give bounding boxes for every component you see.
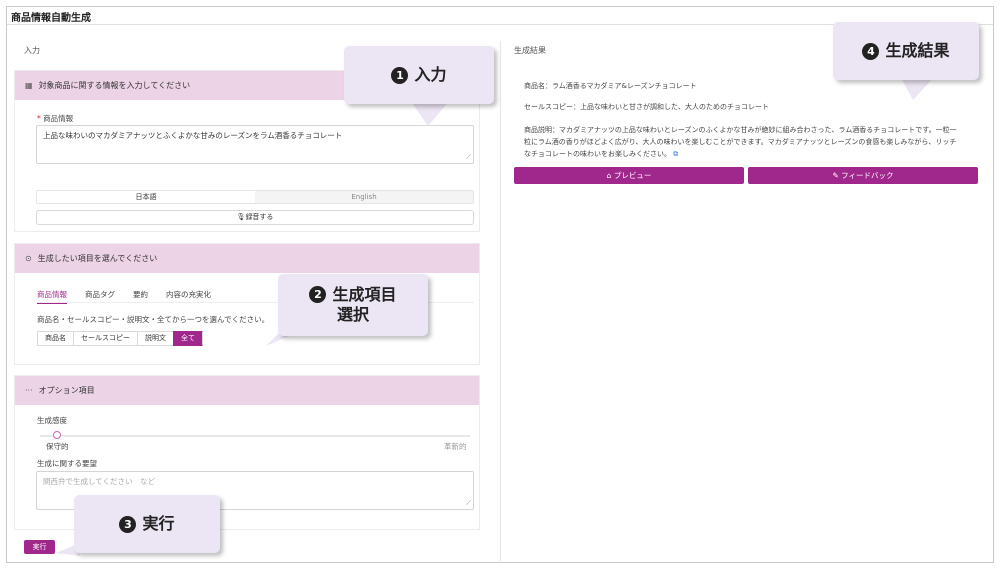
options-panel-title: オプション項目	[38, 386, 95, 395]
preview-button-label: プレビュー	[613, 171, 652, 180]
callout-number: 4	[862, 42, 880, 60]
record-button-label: 録音する	[245, 213, 274, 221]
input-column-label: 入力	[24, 46, 40, 55]
product-info-label-text: 商品情報	[43, 114, 74, 123]
callout-number: 1	[391, 66, 409, 84]
item-instruction: 商品名・セールスコピー・説明文・全てから一つを選んでください。	[37, 315, 270, 324]
language-en[interactable]: English	[255, 191, 473, 203]
item-options: 商品名 セールスコピー 説明文 全て	[37, 331, 203, 346]
resize-handle-icon[interactable]: ⟋	[466, 153, 471, 162]
language-toggle: 日本語 English	[36, 190, 474, 204]
result-sales-copy: セールスコピー：上品な味わいと甘さが調和した、大人のためのチョコレート	[524, 103, 769, 111]
result-product-name: 商品名：ラム酒香るマカダミア&レーズンチョコレート	[524, 82, 697, 90]
result-description: 商品説明：マカダミアナッツの上品な味わいとレーズンのふくよかな甘みが絶妙に組み合…	[524, 124, 974, 160]
input-panel-title: 対象商品に関する情報を入力してください	[38, 81, 191, 90]
items-panel-header: ⊙ 生成したい項目を選んでください	[15, 244, 479, 273]
preview-button[interactable]: ⌂ プレビュー	[514, 167, 744, 184]
callout-run: 3 実行	[74, 495, 220, 553]
slider-min-label: 保守的	[46, 442, 69, 451]
more-horizontal-icon: ···	[25, 386, 33, 395]
result-description-line: なチョコレートの味わいをお楽しみください。 ⧉	[524, 150, 679, 158]
option-sales-copy[interactable]: セールスコピー	[73, 331, 137, 346]
callout-number: 3	[119, 515, 137, 533]
creativity-label: 生成感度	[37, 416, 67, 425]
product-info-field[interactable]: 上品な味わいのマカダミアナッツとふくよかな甘みのレーズンをラム酒香るチョコレート…	[36, 125, 474, 164]
callout-number: 2	[309, 286, 327, 303]
list-icon: ▦	[25, 81, 33, 90]
creativity-slider[interactable]	[40, 435, 470, 437]
feedback-button-label: フィードバック	[841, 171, 894, 180]
language-ja[interactable]: 日本語	[37, 191, 255, 203]
callout-result: 4 生成結果	[833, 22, 979, 80]
options-panel-header: ··· オプション項目	[15, 376, 479, 405]
request-label: 生成に関する要望	[37, 459, 97, 468]
callout-select-items: 2 生成項目 選択	[278, 274, 428, 336]
product-info-value: 上品な味わいのマカダミアナッツとふくよかな甘みのレーズンをラム酒香るチョコレート	[43, 131, 343, 140]
callout-select-line1: 生成項目	[332, 285, 397, 304]
option-all[interactable]: 全て	[173, 331, 203, 346]
copy-icon[interactable]: ⧉	[673, 150, 678, 158]
edit-icon: ✎	[832, 171, 839, 180]
slider-max-label: 革新的	[444, 442, 467, 451]
result-description-line: 粒にラム酒の香りがほどよく広がり、大人の味わいを楽しむことができます。マカダミア…	[524, 138, 957, 146]
record-button[interactable]: 🎙録音する	[36, 210, 474, 225]
product-info-label: * 商品情報	[37, 113, 73, 124]
feedback-button[interactable]: ✎ フィードバック	[748, 167, 978, 184]
callout-input-text: 入力	[414, 65, 447, 84]
run-button[interactable]: 実行	[24, 540, 55, 554]
callout-result-text: 生成結果	[885, 41, 950, 60]
request-placeholder: 関西弁で生成してください など	[43, 477, 156, 486]
result-description-line: 商品説明：マカダミアナッツの上品な味わいとレーズンのふくよかな甘みが絶妙に組み合…	[524, 126, 957, 134]
app-title: 商品情報自動生成	[11, 13, 91, 24]
required-mark: *	[37, 114, 41, 123]
callout-select-line2: 選択	[336, 305, 369, 324]
column-divider	[500, 41, 501, 563]
items-panel-title: 生成したい項目を選んでください	[37, 254, 158, 263]
home-icon: ⌂	[606, 171, 612, 180]
callout-run-text: 実行	[142, 514, 175, 533]
resize-handle-icon[interactable]: ⟋	[466, 499, 471, 508]
option-product-name[interactable]: 商品名	[37, 331, 73, 346]
callout-input: 1 入力	[344, 46, 494, 104]
option-description[interactable]: 説明文	[137, 331, 173, 346]
result-column-label: 生成結果	[514, 46, 546, 55]
help-circle-icon: ⊙	[25, 254, 32, 263]
